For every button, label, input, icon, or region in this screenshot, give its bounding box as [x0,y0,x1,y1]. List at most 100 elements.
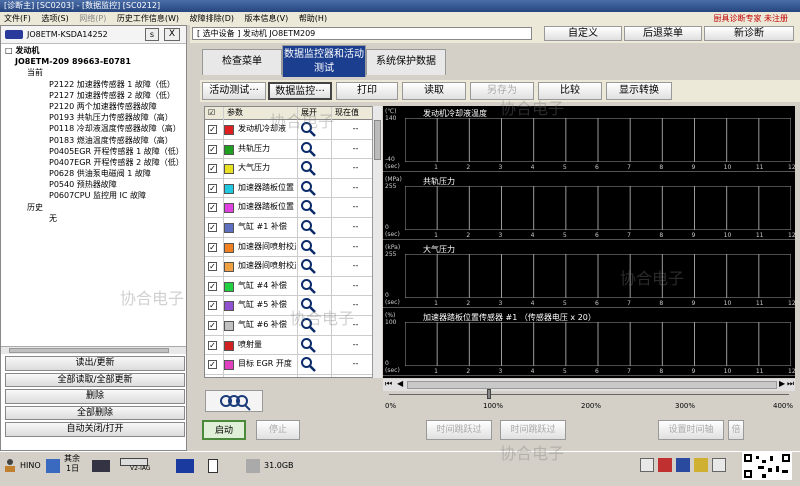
magnifier-icon[interactable] [300,219,316,235]
parameter-checkbox[interactable]: ✓ [208,184,217,193]
menu-network[interactable]: 网络(P) [79,14,106,23]
folder-icon[interactable] [694,458,708,472]
tree-item-dtc[interactable]: P2120 两个加速器传感器故障 [1,101,186,112]
tree-item-ecu[interactable]: JO8ETM-209 89663-E0781 [1,56,186,67]
parameter-row[interactable]: ✓加速器踏板位置-- [205,179,381,199]
magnifier-icon[interactable] [300,239,316,255]
parameter-checkbox[interactable]: ✓ [208,125,217,134]
delete-button[interactable]: 删除 [5,389,185,404]
parameter-row[interactable]: ✓气缸 #4 补偿-- [205,277,381,297]
tree-item-dtc[interactable]: P0183 燃油温度传感器故障（高） [1,135,186,146]
first-icon[interactable]: ⏮ [385,379,392,389]
parameter-checkbox[interactable]: ✓ [208,164,217,173]
magnifier-icon[interactable] [300,297,316,313]
tree-hscrollbar[interactable] [1,346,186,354]
tree-item-dtc[interactable]: P0628 供油泵电磁阀 1 故障 [1,168,186,179]
data-monitor-button[interactable]: 数据监控··· [268,82,332,100]
prev-icon[interactable]: ◀ [397,379,403,388]
tree-item-dtc[interactable]: P0540 预热器故障 [1,179,186,190]
tab-data-monitor[interactable]: 数据监控器和活动测试 [282,45,366,77]
menu-options[interactable]: 选项(S) [41,14,68,23]
tree-item-current[interactable]: 当前 [1,67,186,78]
tree-item-none[interactable]: 无 [1,213,186,224]
scroll-thumb[interactable] [374,120,381,160]
active-test-button[interactable]: 活动测试··· [202,82,266,100]
menu-help[interactable]: 帮助(H) [299,14,327,23]
magnifier-icon[interactable] [300,376,316,378]
header-check[interactable]: ☑ [208,107,215,119]
next-icon[interactable]: ▶ [779,379,785,388]
parameter-checkbox[interactable]: ✓ [208,282,217,291]
tree-item-dtc[interactable]: P2127 加速器传感器 2 故障（低） [1,90,186,101]
close-button[interactable]: X [164,28,180,41]
parameter-row[interactable]: ✓加速器间喷射校正-- [205,238,381,258]
start-button[interactable]: 启动 [202,420,246,440]
parameter-row[interactable]: ✓发动机冷却液-- [205,120,381,140]
check-icon[interactable] [712,458,726,472]
tree-item-dtc[interactable]: P0407EGR 开程传感器 2 故障（低） [1,157,186,168]
read-button[interactable]: 读取 [402,82,466,100]
stop-button[interactable]: 停止 [256,420,300,440]
tree-item-dtc[interactable]: P0118 冷却液温度传感器故障（高） [1,123,186,134]
read-all-button[interactable]: 全部读取/全部更新 [5,373,185,388]
delete-all-button[interactable]: 全部删除 [5,406,185,421]
parameter-row[interactable]: ✓大气压力-- [205,159,381,179]
parameter-checkbox[interactable]: ✓ [208,203,217,212]
magnifier-icon[interactable] [300,278,316,294]
parameter-checkbox[interactable]: ✓ [208,301,217,310]
tree-item-history[interactable]: 历史 [1,202,186,213]
menu-history[interactable]: 历史工作信息(W) [117,14,179,23]
parameter-checkbox[interactable]: ✓ [208,262,217,271]
edit-icon[interactable] [640,458,654,472]
zoom-slider[interactable]: 0% 100% 200% 300% 400% [383,392,795,412]
magnifier-icon[interactable] [300,160,316,176]
parameter-checkbox[interactable]: ✓ [208,341,217,350]
magnifier-icon[interactable] [300,141,316,157]
s-button[interactable]: s [145,28,159,41]
parameter-row[interactable]: ✓气缸 #1 补偿-- [205,218,381,238]
last-icon[interactable]: ⏭ [787,379,794,389]
menu-file[interactable]: 文件(F) [4,14,31,23]
parameter-row[interactable]: ✓加速器踏板位置-- [205,198,381,218]
parameter-checkbox[interactable]: ✓ [208,223,217,232]
parameter-row[interactable]: ✓目标 EGR 开度-- [205,355,381,375]
tree-item-dtc[interactable]: P0193 共轨压力传感器故障（高） [1,112,186,123]
print-button[interactable]: 打印 [336,82,398,100]
magnifier-icon[interactable] [300,121,316,137]
magnifier-icon[interactable] [300,317,316,333]
read-update-button[interactable]: 读出/更新 [5,356,185,371]
parameter-row[interactable]: ✓气缸 #6 补偿-- [205,316,381,336]
parameter-row[interactable]: ✓目标 VNT 开度-- [205,375,381,378]
menu-version[interactable]: 版本信息(V) [245,14,289,23]
time-jump-forward-button[interactable]: 时间跳跃过 [500,420,566,440]
rev-button[interactable]: 倍 [728,420,744,440]
parameter-vscrollbar[interactable] [372,106,382,378]
tree-item-dtc[interactable]: P0405EGR 开程传感器 1 故障（低） [1,146,186,157]
tree-item-dtc[interactable]: P0607CPU 监控用 IC 故障 [1,190,186,201]
tab-system-protection[interactable]: 系统保护数据 [366,49,446,75]
tab-check-menu[interactable]: 检查菜单 [202,49,282,75]
tree-item-dtc[interactable]: P2122 加速器传感器 1 故障（低） [1,79,186,90]
new-diagnosis-button[interactable]: 新诊断 [704,26,794,41]
parameter-row[interactable]: ✓气缸 #5 补偿-- [205,296,381,316]
display-convert-button[interactable]: 显示转换 [606,82,672,100]
magnifier-icon[interactable] [300,337,316,353]
set-time-axis-button[interactable]: 设置时间轴 [658,420,724,440]
multi-search-button[interactable] [205,390,263,412]
save-icon[interactable] [676,458,690,472]
customize-button[interactable]: 自定义 [544,26,622,41]
zoom-thumb[interactable] [487,389,491,399]
zoom-track[interactable] [389,394,789,395]
tree-hscroll-thumb[interactable] [9,348,169,353]
time-jump-back-button[interactable]: 时间跳跃过 [426,420,492,440]
parameter-checkbox[interactable]: ✓ [208,243,217,252]
magnifier-icon[interactable] [300,199,316,215]
compare-button[interactable]: 比较 [538,82,602,100]
save-as-button[interactable]: 另存为 [470,82,534,100]
tool-icon[interactable] [658,458,672,472]
back-menu-button[interactable]: 后退菜单 [624,26,702,41]
menu-troubleshoot[interactable]: 故障排除(D) [190,14,234,23]
parameter-checkbox[interactable]: ✓ [208,321,217,330]
magnifier-icon[interactable] [300,180,316,196]
time-scrollbar[interactable] [407,381,777,389]
